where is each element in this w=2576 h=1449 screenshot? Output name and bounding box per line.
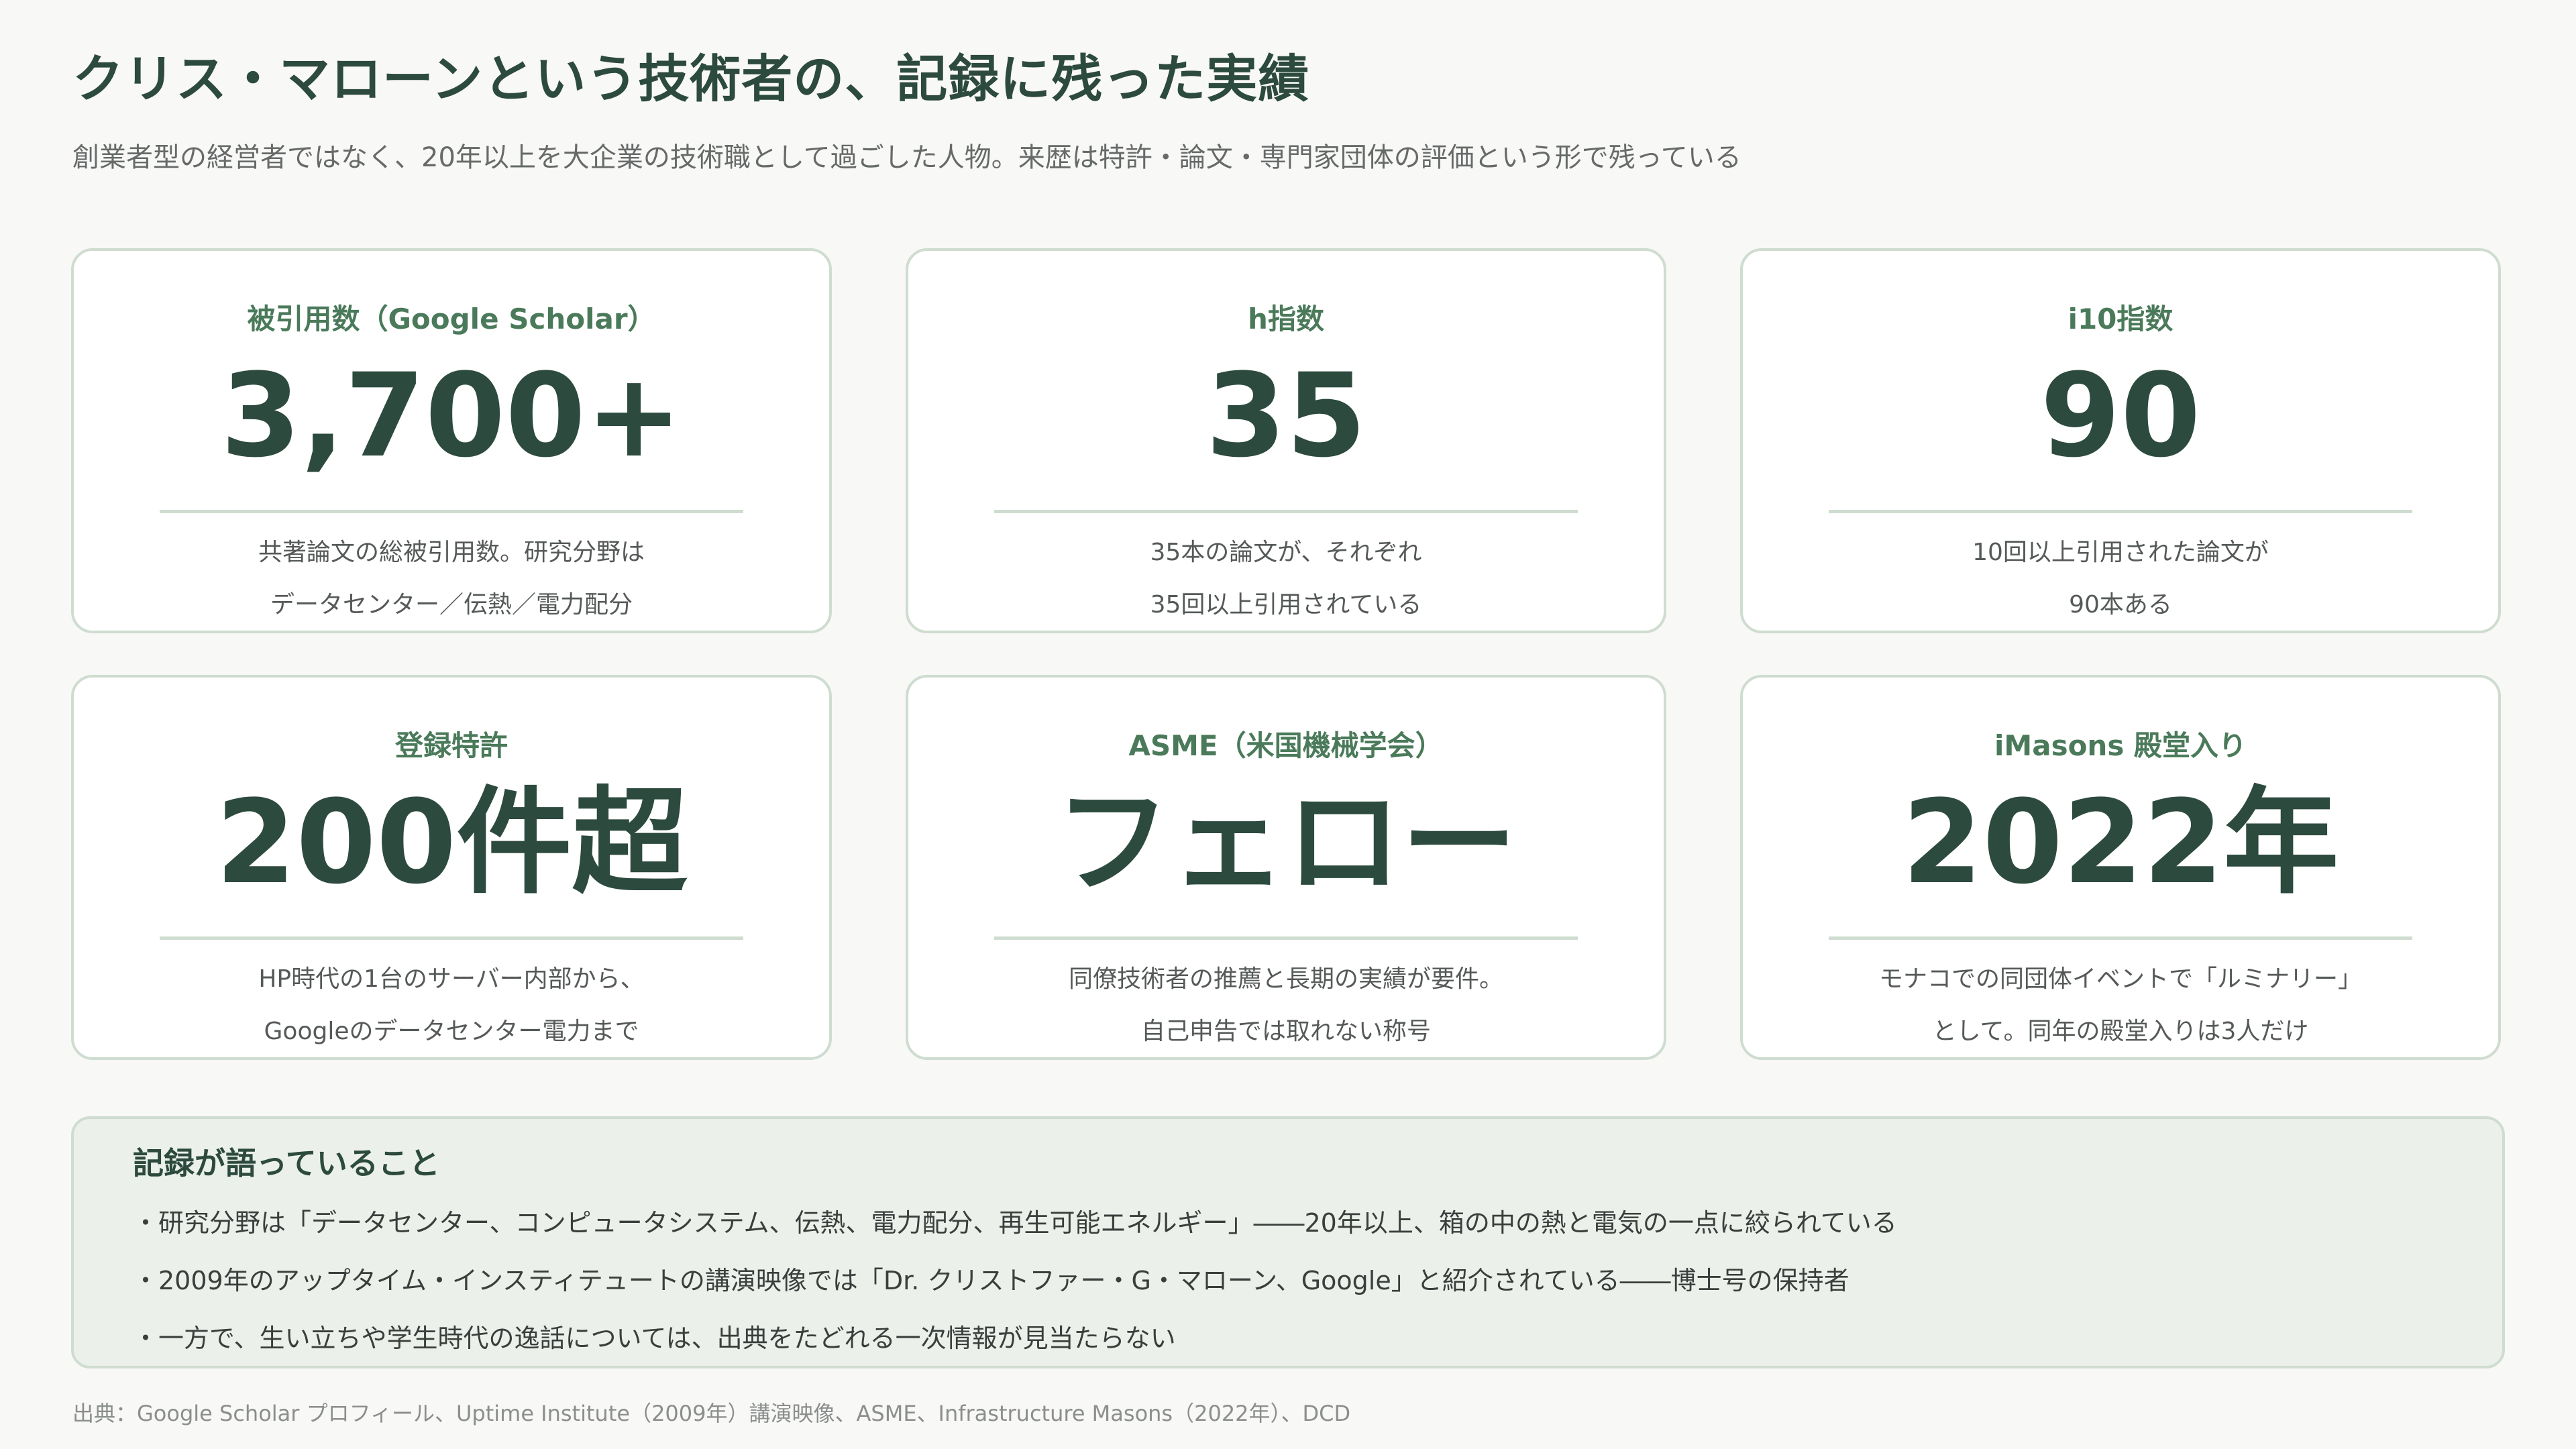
stat-card-description: 35本の論文が、それぞれ: [1150, 539, 1422, 566]
stat-card-description: Googleのデータセンター電力まで: [264, 1018, 639, 1045]
stat-card-value: フェロー: [1055, 775, 1517, 910]
stat-card-value: 35: [1205, 348, 1366, 483]
stat-card-description: データセンター／伝熱／電力配分: [270, 591, 633, 619]
stat-card-description: 90本ある: [2069, 591, 2172, 619]
stat-card-h-index: h指数 35 35本の論文が、それぞれ 35回以上引用されている: [906, 248, 1666, 633]
stat-card-citations: 被引用数（Google Scholar） 3,700+ 共著論文の総被引用数。研…: [71, 248, 832, 633]
summary-item: ・研究分野は「データセンター、コンピュータシステム、伝熱、電力配分、再生可能エネ…: [133, 1208, 1897, 1238]
stat-card-divider: [994, 510, 1578, 513]
summary-panel: 記録が語っていること ・研究分野は「データセンター、コンピュータシステム、伝熱、…: [71, 1116, 2505, 1368]
source-note: 出典：Google Scholar プロフィール、Uptime Institut…: [72, 1401, 1351, 1426]
stat-card-description: HP時代の1台のサーバー内部から、: [258, 965, 645, 993]
stat-card-imasons: iMasons 殿堂入り 2022年 モナコでの同団体イベントで「ルミナリー」 …: [1740, 675, 2501, 1060]
stat-card-description: 自己申告では取れない称号: [1140, 1018, 1431, 1045]
stat-card-value: 90: [2040, 348, 2201, 483]
page-title: クリス・マローンという技術者の、記録に残った実績: [72, 49, 1310, 109]
stat-card-patents: 登録特許 200件超 HP時代の1台のサーバー内部から、 Googleのデータセ…: [71, 675, 832, 1060]
stat-card-divider: [160, 936, 743, 940]
stat-card-description: 同僚技術者の推薦と長期の実績が要件。: [1068, 965, 1503, 993]
stat-card-description: 35回以上引用されている: [1150, 591, 1422, 619]
stat-card-divider: [1829, 510, 2412, 513]
stat-card-value: 3,700+: [220, 348, 683, 483]
summary-heading: 記録が語っていること: [133, 1145, 440, 1181]
stat-card-label: ASME（米国機械学会）: [1128, 729, 1444, 762]
stat-card-label: 登録特許: [394, 729, 508, 762]
stat-card-asme: ASME（米国機械学会） フェロー 同僚技術者の推薦と長期の実績が要件。 自己申…: [906, 675, 1666, 1060]
stat-card-description: 共著論文の総被引用数。研究分野は: [258, 539, 645, 566]
stat-card-divider: [160, 510, 743, 513]
stat-card-value: 2022年: [1902, 775, 2339, 910]
page-subtitle: 創業者型の経営者ではなく、20年以上を大企業の技術職として過ごした人物。来歴は特…: [72, 142, 1741, 173]
stat-card-description: モナコでの同団体イベントで「ルミナリー」: [1878, 965, 2362, 993]
summary-item: ・一方で、生い立ちや学生時代の逸話については、出典をたどれる一次情報が見当たらな…: [133, 1324, 1176, 1353]
summary-item: ・2009年のアップタイム・インスティテュートの講演映像では「Dr. クリストフ…: [133, 1266, 1849, 1295]
stat-card-label: 被引用数（Google Scholar）: [247, 303, 656, 335]
stat-card-divider: [1829, 936, 2412, 940]
stat-card-divider: [994, 936, 1578, 940]
stat-card-i10-index: i10指数 90 10回以上引用された論文が 90本ある: [1740, 248, 2501, 633]
stat-card-label: i10指数: [2068, 303, 2174, 335]
stat-card-value: 200件超: [215, 775, 688, 910]
stat-card-description: 10回以上引用された論文が: [1972, 539, 2269, 566]
stat-card-label: h指数: [1248, 303, 1324, 335]
stat-card-description: として。同年の殿堂入りは3人だけ: [1932, 1018, 2309, 1045]
stat-card-label: iMasons 殿堂入り: [1994, 729, 2247, 762]
